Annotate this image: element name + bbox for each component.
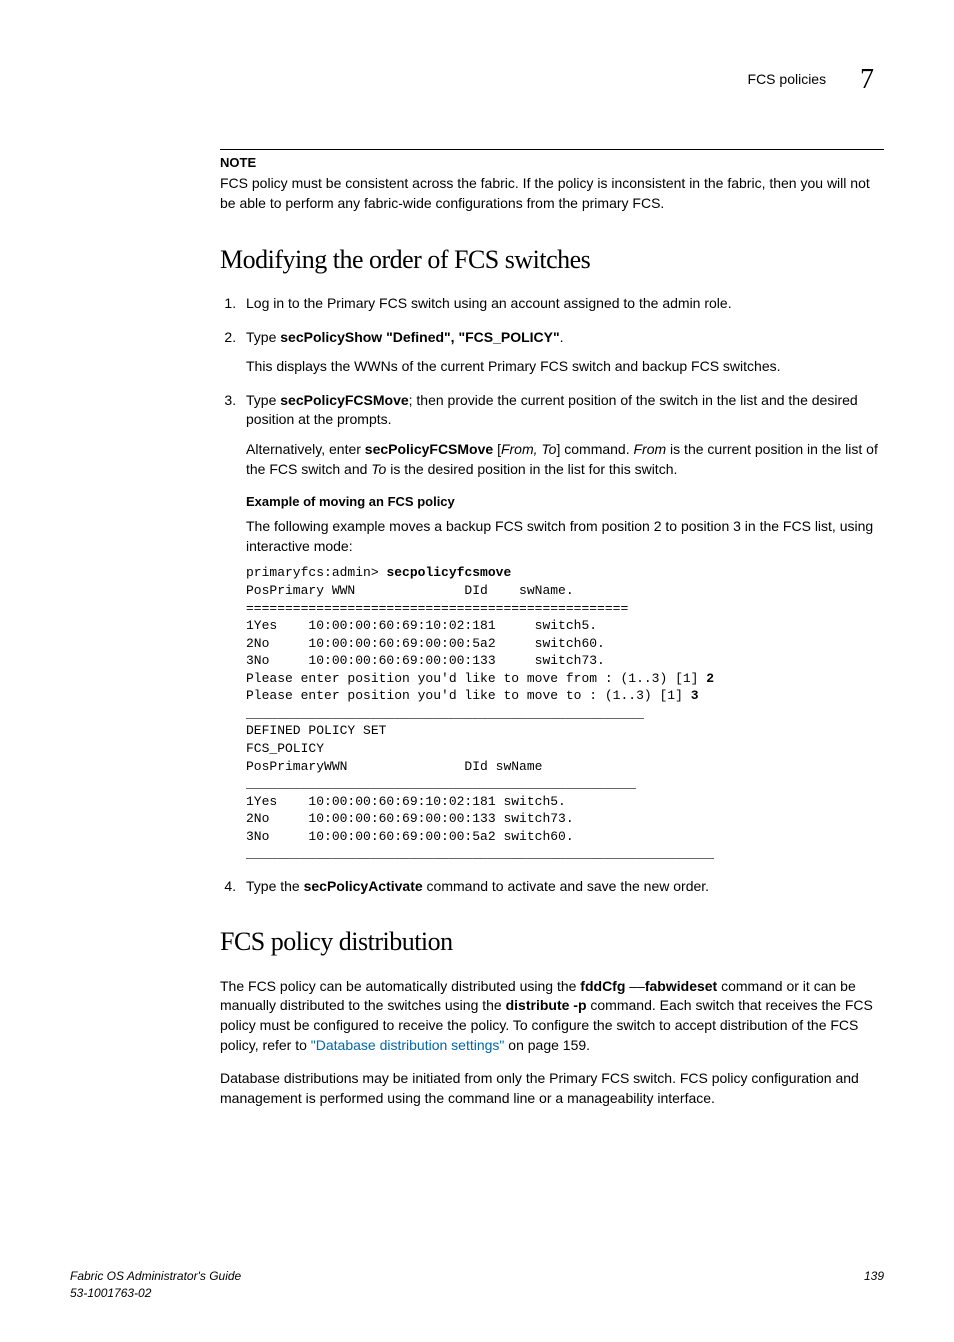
heading-fcs-distribution: FCS policy distribution (220, 924, 884, 960)
note-rule (220, 149, 884, 150)
code-l06: 3No 10:00:00:60:69:00:00:133 switch73. (246, 653, 605, 668)
step-1-text: Log in to the Primary FCS switch using a… (246, 295, 732, 311)
step-3-cmd: secPolicyFCSMove (280, 392, 408, 408)
example-heading: Example of moving an FCS policy (246, 493, 884, 511)
dist-p1d: fabwideset (645, 978, 717, 994)
step-3-pre: Type (246, 392, 280, 408)
step-3: Type secPolicyFCSMove; then provide the … (240, 391, 884, 863)
step-1: Log in to the Primary FCS switch using a… (240, 294, 884, 314)
code-l01b: secpolicyfcsmove (386, 565, 511, 580)
code-l16: 3No 10:00:00:60:69:00:00:5a2 switch60. (246, 829, 574, 844)
code-l08b: 3 (691, 688, 699, 703)
step-4: Type the secPolicyActivate command to ac… (240, 877, 884, 897)
s3-alt-i: is the desired position in the list for … (386, 461, 677, 477)
note-label: NOTE (220, 154, 884, 172)
s3-alt-c: [ (493, 441, 501, 457)
footer-page: 139 (864, 1268, 884, 1302)
code-l12: PosPrimaryWWN DId swName (246, 759, 542, 774)
header-section-label: FCS policies (748, 70, 827, 90)
step-2-cmd: secPolicyShow "Defined", "FCS_POLICY" (280, 329, 559, 345)
code-l07a: Please enter position you'd like to move… (246, 671, 706, 686)
step-3-alt: Alternatively, enter secPolicyFCSMove [F… (246, 440, 884, 479)
dist-para-1: The FCS policy can be automatically dist… (220, 977, 884, 1055)
step-4-post: command to activate and save the new ord… (423, 878, 709, 894)
code-l15: 2No 10:00:00:60:69:00:00:133 switch73. (246, 811, 574, 826)
code-l05: 2No 10:00:00:60:69:00:00:5a2 switch60. (246, 636, 605, 651)
footer-title: Fabric OS Administrator's Guide (70, 1268, 241, 1285)
footer-left: Fabric OS Administrator's Guide 53-10017… (70, 1268, 241, 1302)
code-l02: PosPrimary WWN DId swName. (246, 583, 574, 598)
example-para: The following example moves a backup FCS… (246, 517, 884, 556)
code-l08a: Please enter position you'd like to move… (246, 688, 691, 703)
dist-p1c: –– (625, 978, 644, 994)
page-footer: Fabric OS Administrator's Guide 53-10017… (70, 1268, 884, 1302)
steps-list: Log in to the Primary FCS switch using a… (220, 294, 884, 896)
code-l09: ________________________________________… (246, 706, 644, 721)
code-l14: 1Yes 10:00:00:60:69:10:02:181 switch5. (246, 794, 566, 809)
code-l03: ========================================… (246, 601, 628, 616)
dist-para-2: Database distributions may be initiated … (220, 1069, 884, 1108)
s3-alt-h: To (371, 461, 386, 477)
main-content: NOTE FCS policy must be consistent acros… (220, 149, 884, 1108)
dist-p1h: on page 159. (504, 1037, 590, 1053)
s3-alt-a: Alternatively, enter (246, 441, 365, 457)
step-4-cmd: secPolicyActivate (304, 878, 423, 894)
s3-alt-d: From, To (501, 441, 557, 457)
dist-p1f: distribute -p (506, 997, 587, 1013)
dist-p1b: fddCfg (580, 978, 625, 994)
dist-link[interactable]: "Database distribution settings" (311, 1037, 505, 1053)
page-header: FCS policies 7 (70, 60, 884, 99)
code-l07b: 2 (706, 671, 714, 686)
dist-p1a: The FCS policy can be automatically dist… (220, 978, 580, 994)
code-l10: DEFINED POLICY SET (246, 723, 386, 738)
step-2-follow: This displays the WWNs of the current Pr… (246, 357, 884, 377)
s3-alt-f: From (634, 441, 667, 457)
step-4-pre: Type the (246, 878, 304, 894)
code-l04: 1Yes 10:00:00:60:69:10:02:181 switch5. (246, 618, 597, 633)
step-2: Type secPolicyShow "Defined", "FCS_POLIC… (240, 328, 884, 377)
note-text: FCS policy must be consistent across the… (220, 174, 884, 213)
code-block: primaryfcs:admin> secpolicyfcsmove PosPr… (246, 564, 884, 862)
s3-alt-e: ] command. (556, 441, 633, 457)
heading-modifying-order: Modifying the order of FCS switches (220, 242, 884, 278)
code-l13: ________________________________________… (246, 776, 636, 791)
step-2-pre: Type (246, 329, 280, 345)
step-2-post: . (560, 329, 564, 345)
footer-docnum: 53-1001763-02 (70, 1285, 241, 1302)
s3-alt-b: secPolicyFCSMove (365, 441, 493, 457)
code-l17: ________________________________________… (246, 846, 714, 861)
header-chapter-number: 7 (860, 60, 874, 99)
code-l11: FCS_POLICY (246, 741, 324, 756)
code-l01a: primaryfcs:admin> (246, 565, 386, 580)
